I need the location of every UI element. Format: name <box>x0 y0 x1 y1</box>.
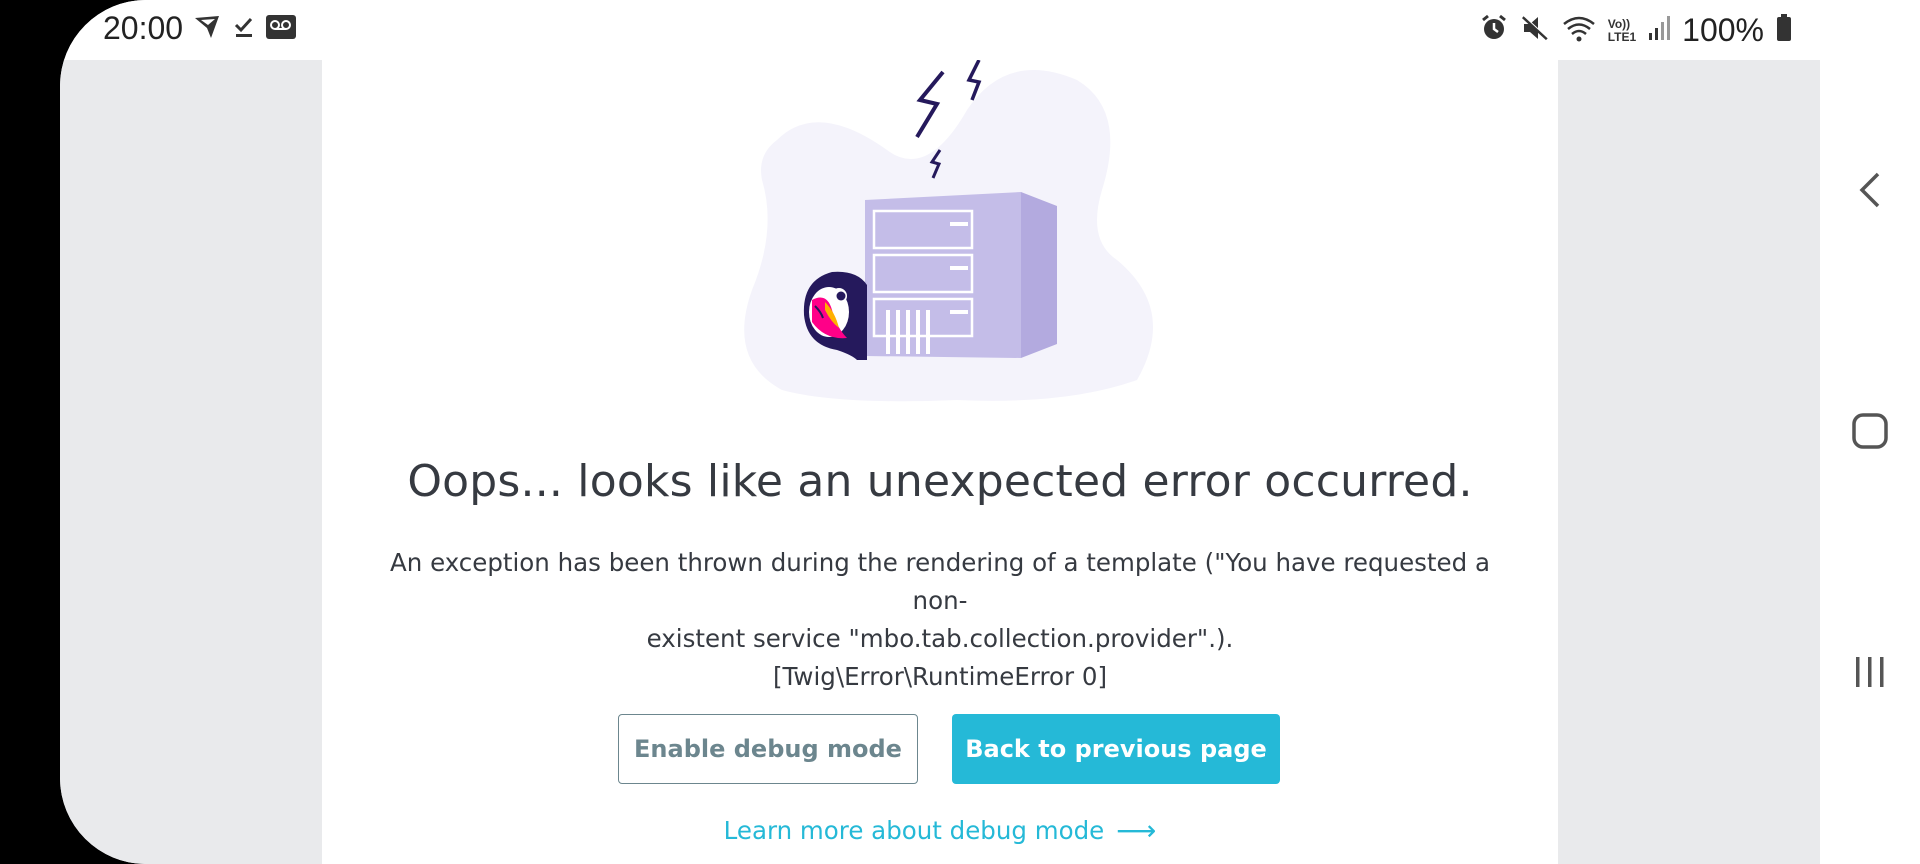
arrow-right-icon: ⟶ <box>1116 814 1157 847</box>
back-icon[interactable] <box>1844 164 1896 216</box>
volte-icon: Vo)) LTE1 <box>1607 16 1637 44</box>
status-time: 20:00 <box>103 10 184 46</box>
volte-bottom-label: LTE1 <box>1607 29 1637 44</box>
wifi-icon <box>1562 14 1596 47</box>
check-icon <box>233 15 255 44</box>
error-title: Oops... looks like an unexpected error o… <box>407 456 1473 507</box>
status-bar: 20:00 Vo)) LTE1 100% <box>60 0 1820 60</box>
volte-top-label: Vo)) <box>1607 16 1631 31</box>
error-message-line-1: An exception has been thrown during the … <box>390 548 1490 615</box>
navigation-icon <box>193 14 223 45</box>
learn-more-label[interactable]: Learn more about debug mode <box>724 816 1105 845</box>
signal-icon <box>1648 15 1671 46</box>
android-nav-bar <box>1820 0 1920 864</box>
voicemail-icon <box>265 14 297 45</box>
error-page-content: Oops... looks like an unexpected error o… <box>322 59 1558 864</box>
status-icons-right: Vo)) LTE1 100% <box>1480 12 1792 49</box>
error-code: [Twig\Error\RuntimeError 0] <box>772 662 1108 691</box>
battery-icon <box>1776 14 1792 47</box>
alarm-icon <box>1480 14 1508 47</box>
status-icons-left <box>193 14 297 45</box>
back-button[interactable]: Back to previous page <box>952 714 1280 784</box>
learn-more-link[interactable]: Learn more about debug mode ⟶ <box>322 814 1558 847</box>
battery-level: 100% <box>1682 12 1764 48</box>
error-message: An exception has been thrown during the … <box>362 544 1518 696</box>
phone-screen: 20:00 Vo)) LTE1 100% Oops... looks like … <box>60 0 1920 864</box>
mute-icon <box>1520 14 1550 47</box>
error-illustration <box>707 59 1177 430</box>
error-message-line-2: existent service "mbo.tab.collection.pro… <box>646 624 1234 653</box>
enable-debug-button[interactable]: Enable debug mode <box>618 714 918 784</box>
home-icon[interactable] <box>1844 405 1896 457</box>
browser-viewport[interactable]: Oops... looks like an unexpected error o… <box>60 59 1820 864</box>
recents-icon[interactable] <box>1844 646 1896 698</box>
